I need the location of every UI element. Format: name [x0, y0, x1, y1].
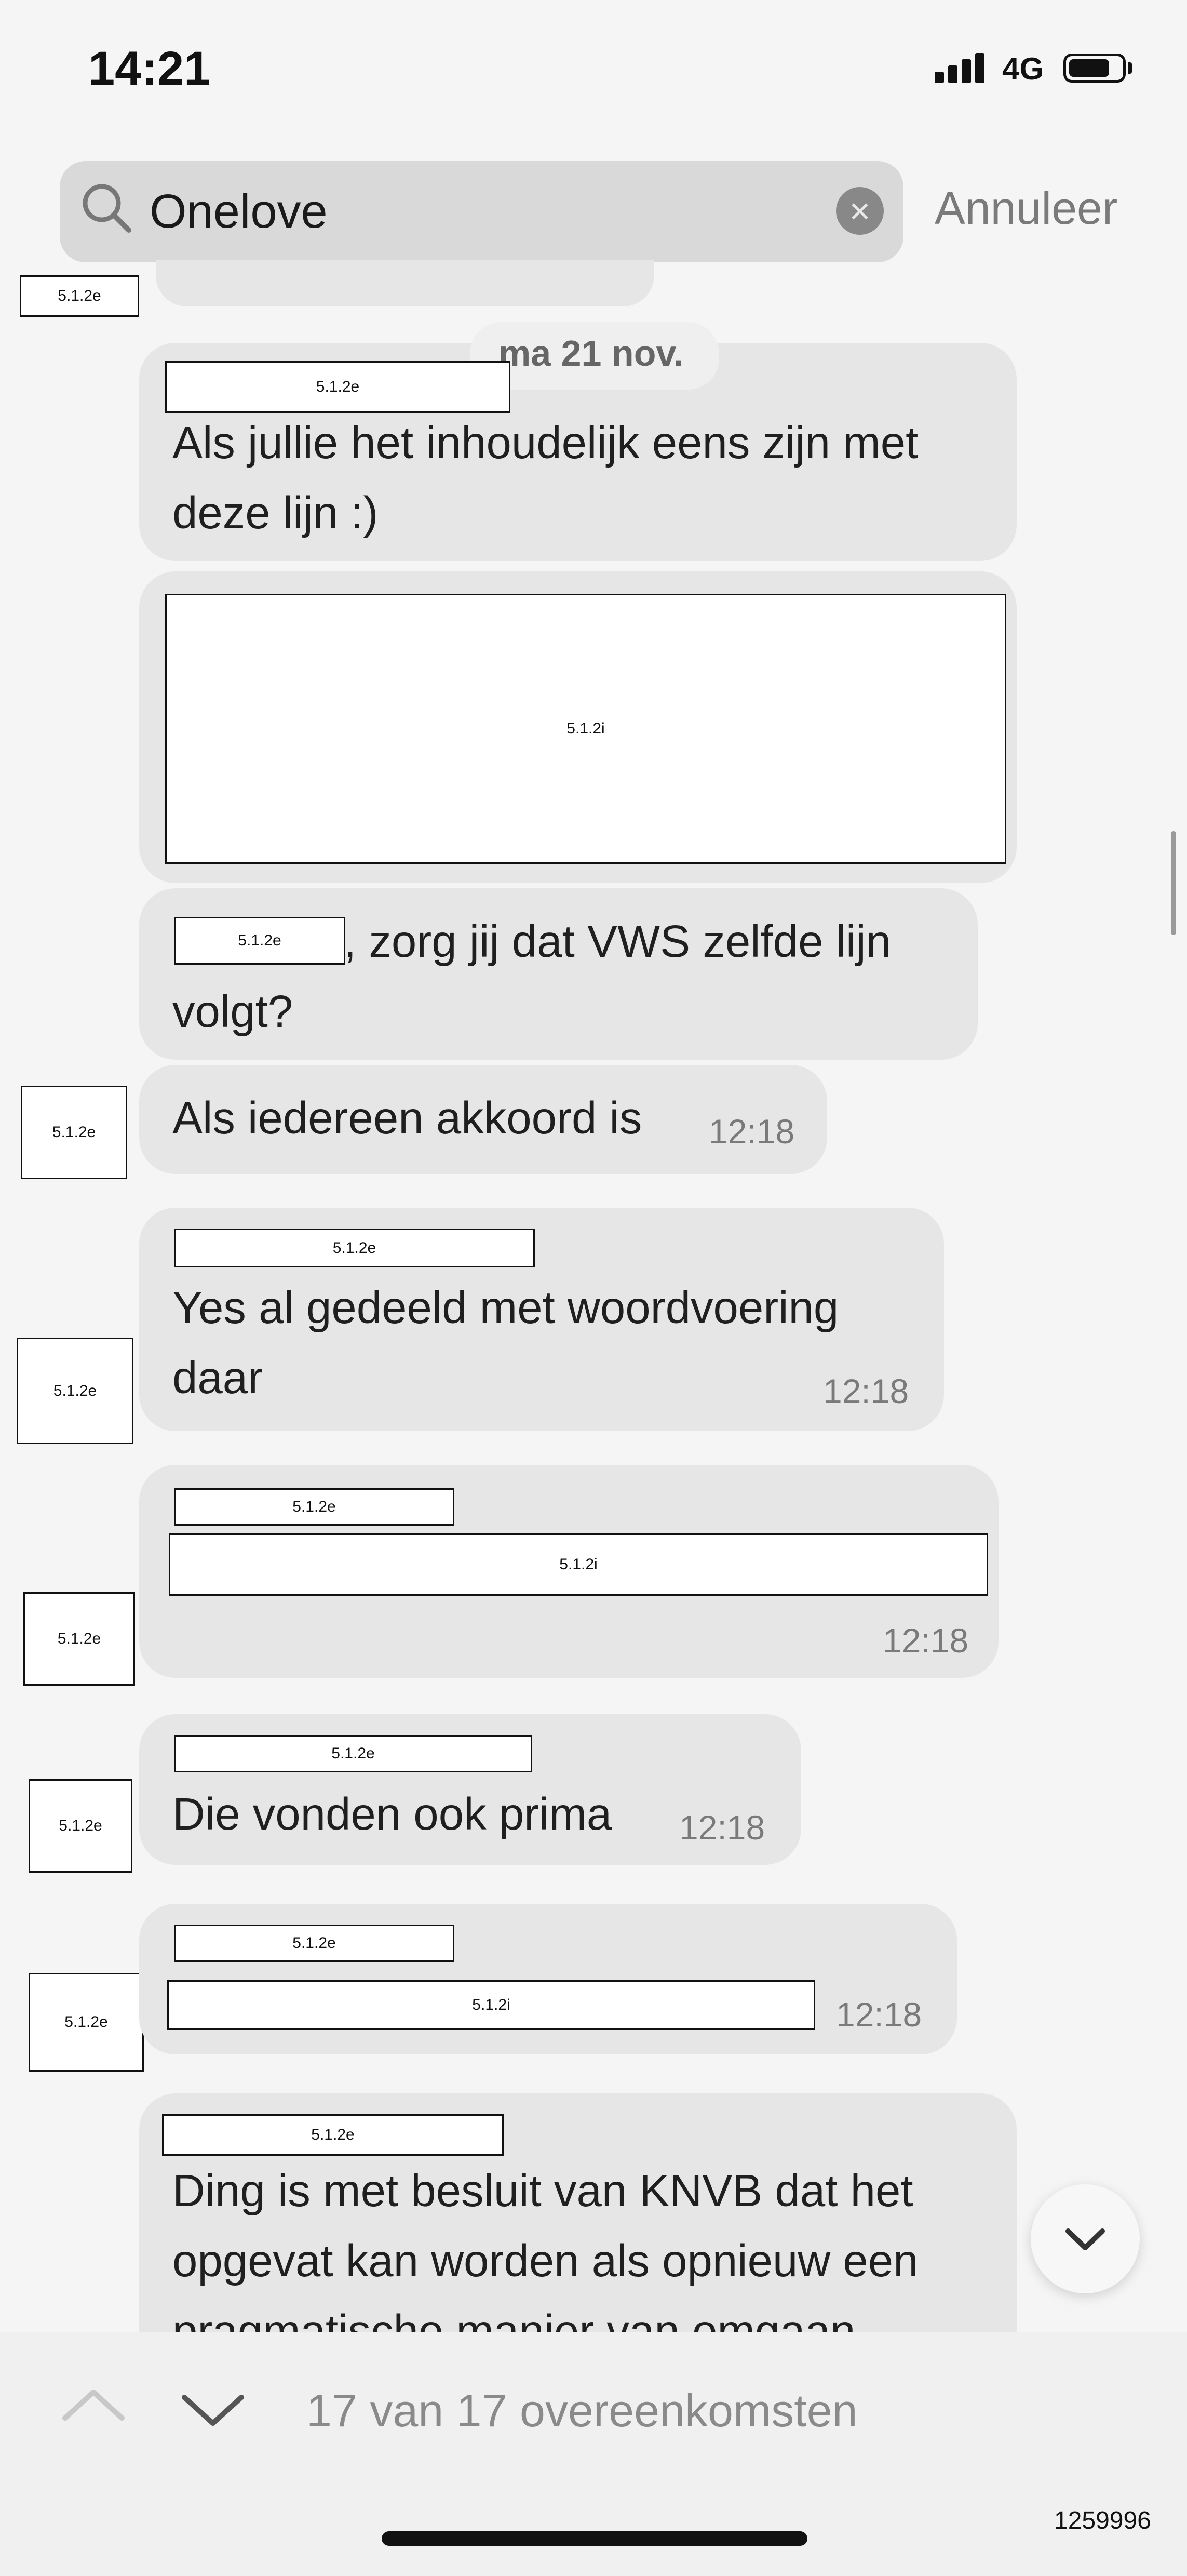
message-timestamp: 12:18: [883, 1621, 969, 1660]
message-text: Ding is met besluit van KNVB dat het: [172, 2166, 913, 2216]
message-timestamp: 12:18: [823, 1372, 909, 1410]
redacted-avatar: 5.1.2e: [20, 275, 139, 317]
message-timestamp: 12:18: [836, 1995, 922, 2034]
close-icon: ×: [849, 191, 871, 231]
message-timestamp: 12:18: [679, 1808, 765, 1847]
battery-icon: [1063, 54, 1126, 83]
message-text: Als jullie het inhoudelijk eens zijn met: [172, 418, 919, 468]
document-id: 1259996: [1054, 2507, 1151, 2534]
match-count: 17 van 17 overeenkomsten: [306, 2385, 858, 2436]
network-label: 4G: [1002, 51, 1044, 86]
redacted-avatar: 5.1.2e: [29, 1973, 144, 2072]
message-text: Die vonden ook prima: [172, 1789, 612, 1839]
attachment-image[interactable]: 5.1.2i: [169, 1533, 988, 1596]
message-text: opgevat kan worden als opnieuw een: [172, 2236, 919, 2286]
next-match-button[interactable]: [179, 2390, 247, 2434]
home-indicator[interactable]: [382, 2531, 807, 2546]
sender-name: 5.1.2e: [162, 2114, 504, 2156]
status-time: 14:21: [88, 42, 211, 95]
clear-search-button[interactable]: ×: [836, 187, 884, 235]
redacted-avatar: 5.1.2e: [23, 1592, 135, 1686]
signal-icon: [935, 52, 987, 83]
search-input[interactable]: Onelove: [150, 184, 328, 239]
message-text: volgt?: [172, 986, 293, 1037]
redacted-avatar: 5.1.2e: [17, 1338, 133, 1444]
message-text: deze lijn :): [172, 488, 379, 538]
message-text: Yes al gedeeld met woordvoering: [172, 1283, 839, 1333]
sender-name: 5.1.2e: [165, 361, 510, 413]
cancel-button[interactable]: Annuleer: [935, 182, 1117, 235]
message-text: , zorg jij dat VWS zelfde lijn: [344, 916, 892, 967]
redacted-avatar: 5.1.2e: [21, 1086, 127, 1179]
attachment-image[interactable]: 5.1.2i: [165, 594, 1006, 864]
chevron-up-icon: [62, 2390, 125, 2421]
sender-name: 5.1.2e: [174, 1925, 454, 1962]
date-separator-label: ma 21 nov.: [498, 333, 684, 373]
message-text: daar: [172, 1353, 263, 1403]
previous-match-button[interactable]: [60, 2384, 127, 2428]
message-bubble[interactable]: [156, 260, 654, 306]
chevron-down-icon: [1065, 2228, 1105, 2250]
battery-tip: [1128, 62, 1132, 74]
sender-name: 5.1.2e: [174, 1488, 454, 1526]
mention-name: 5.1.2e: [174, 917, 345, 965]
message-text: Als iedereen akkoord is: [172, 1093, 642, 1143]
sender-name: 5.1.2e: [174, 1229, 535, 1267]
chevron-down-icon: [182, 2395, 244, 2426]
message-timestamp: 12:18: [709, 1112, 795, 1151]
attachment-image[interactable]: 5.1.2i: [167, 1980, 815, 2030]
redacted-avatar: 5.1.2e: [29, 1779, 132, 1873]
sender-name: 5.1.2e: [174, 1735, 532, 1772]
search-icon: [78, 179, 135, 239]
scroll-to-bottom-button[interactable]: [1031, 2184, 1140, 2293]
scrollbar[interactable]: [1171, 831, 1176, 935]
